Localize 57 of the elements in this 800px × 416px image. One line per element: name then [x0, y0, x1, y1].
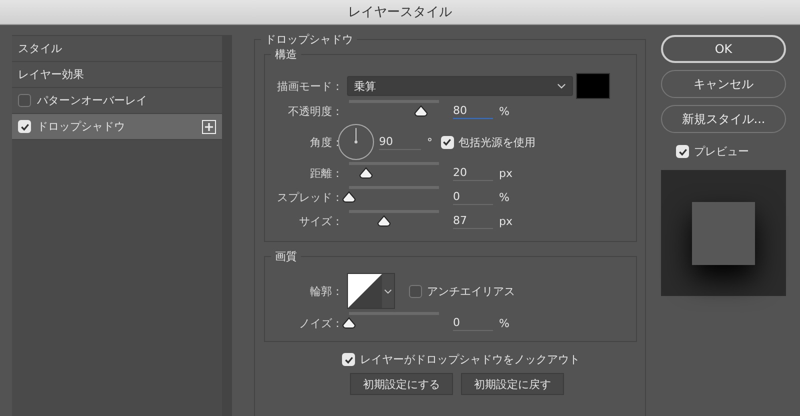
default-button[interactable]: 初期設定に戻す — [461, 373, 564, 395]
effect-label: パターンオーバーレイ — [37, 93, 148, 108]
value-field[interactable]: 80 — [453, 103, 493, 119]
group-title: ドロップシャドウ — [261, 32, 357, 47]
field-label: 距離： — [309, 166, 343, 180]
section-label: スタイル — [18, 41, 63, 56]
field-label: スプレッド： — [276, 190, 343, 204]
unit-label: px — [499, 214, 512, 228]
slider-thumb[interactable] — [342, 316, 356, 328]
checkbox-label: レイヤーがドロップシャドウをノックアウト — [360, 352, 580, 367]
field-label: 描画モード： — [276, 78, 343, 94]
scrollbar[interactable] — [222, 36, 232, 416]
checkbox[interactable] — [409, 284, 422, 298]
field-label: 角度： — [309, 134, 343, 150]
unit-label: % — [499, 104, 510, 118]
value-field[interactable]: 90 — [379, 134, 421, 150]
slider-thumb[interactable] — [377, 214, 392, 226]
checkbox-label: アンチエイリアス — [427, 284, 515, 298]
value-field[interactable]: 0 — [453, 315, 493, 331]
shadow-color-swatch[interactable] — [576, 73, 610, 99]
group-title: 画質 — [271, 249, 301, 264]
chevron-icon — [557, 83, 566, 89]
blend-mode-dropdown[interactable]: 乗算 — [347, 76, 573, 96]
action-button[interactable]: 新規スタイル... — [661, 105, 786, 133]
unit-label: % — [499, 316, 510, 330]
sidebar-item[interactable]: ドロップシャドウ — [12, 114, 222, 140]
value-field[interactable]: 20 — [453, 165, 493, 181]
checkbox[interactable] — [18, 94, 31, 107]
field-label: 輪郭： — [309, 284, 343, 298]
field-label: ノイズ： — [298, 316, 343, 330]
sidebar-item[interactable]: スタイル — [12, 36, 222, 62]
shadow-square — [692, 202, 755, 264]
action-button[interactable]: キャンセル — [661, 70, 786, 98]
unit-label: px — [499, 166, 512, 180]
value-field[interactable]: 0 — [453, 189, 493, 205]
slider-thumb[interactable] — [414, 104, 428, 116]
checkbox-label: 包括光源を使用 — [458, 134, 536, 150]
field-label: サイズ： — [298, 214, 343, 228]
section-label: レイヤー効果 — [18, 67, 85, 82]
field-label: 不透明度： — [287, 104, 343, 118]
add-icon[interactable] — [202, 120, 216, 134]
contour-picker[interactable] — [347, 273, 395, 309]
unit-label: % — [499, 190, 510, 204]
checkbox-label: プレビュー — [694, 144, 749, 159]
angle-dial[interactable] — [337, 123, 375, 161]
effect-label: ドロップシャドウ — [37, 119, 126, 134]
sidebar-item[interactable]: レイヤー効果 — [12, 62, 222, 88]
window-title: レイヤースタイル — [348, 4, 452, 21]
unit-label: ° — [427, 136, 432, 148]
default-button[interactable]: 初期設定にする — [350, 373, 453, 395]
chevron-icon — [384, 288, 392, 294]
slider-thumb[interactable] — [359, 166, 374, 178]
slider-thumb[interactable] — [342, 190, 356, 202]
group-title: 構造 — [271, 47, 301, 62]
ok-button[interactable]: OK — [661, 35, 786, 63]
sidebar-item[interactable]: パターンオーバーレイ — [12, 88, 222, 114]
value-field[interactable]: 87 — [453, 213, 493, 229]
